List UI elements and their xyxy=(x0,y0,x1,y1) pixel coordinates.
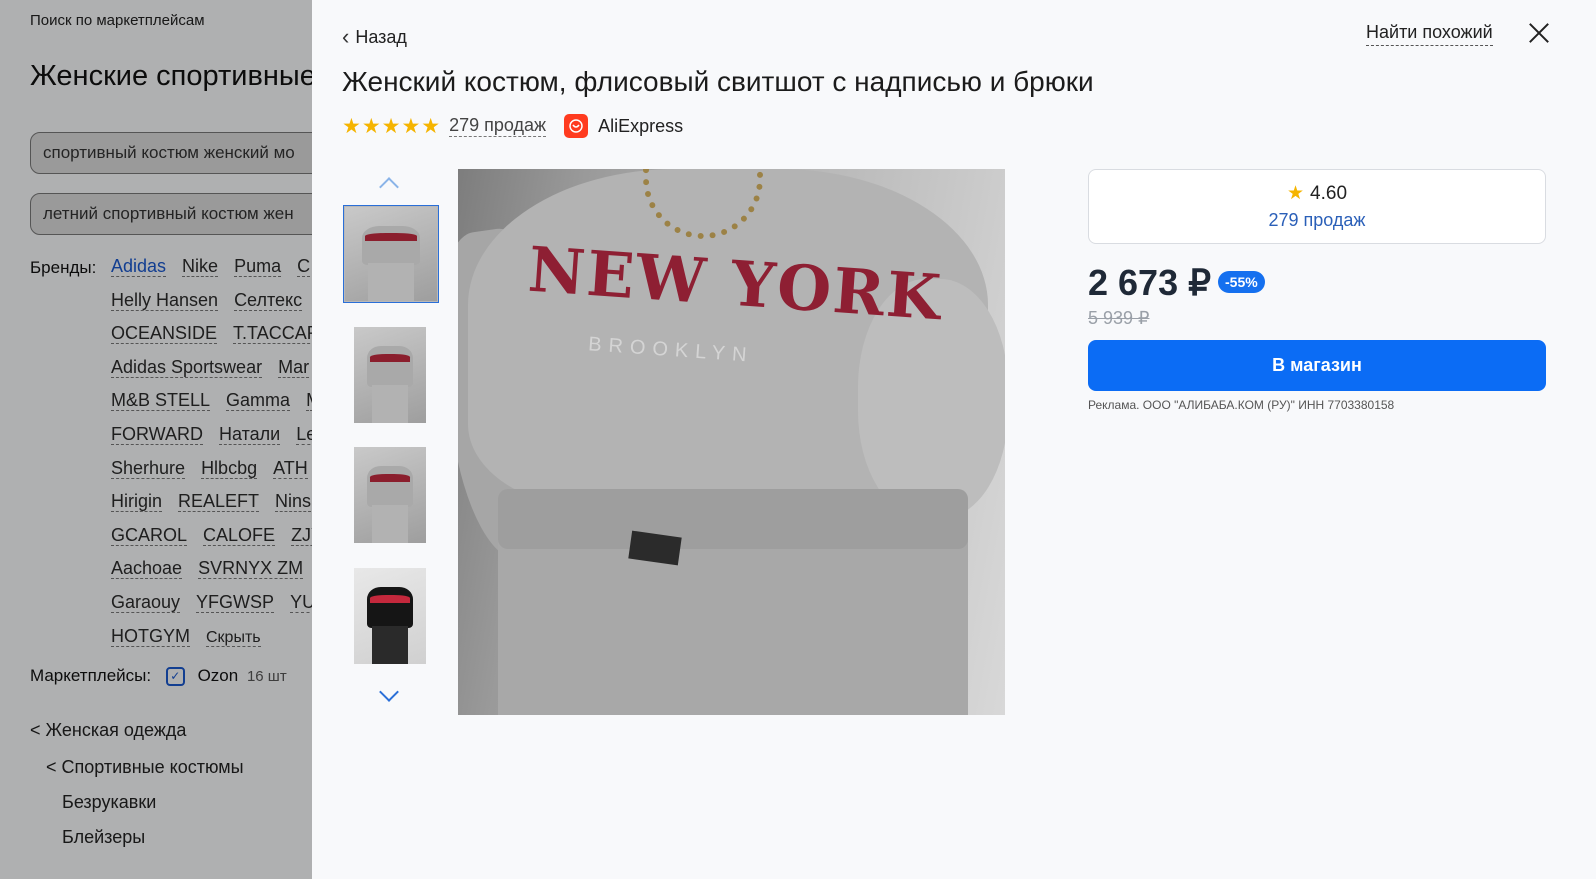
thumbnail-3[interactable] xyxy=(354,447,426,543)
rating-stars: ★★★★★ xyxy=(342,114,442,138)
rating-sales[interactable]: 279 продаж xyxy=(1089,210,1545,231)
current-price: 2 673 ₽ xyxy=(1088,262,1211,303)
thumbnail-1[interactable] xyxy=(343,205,439,303)
product-title: Женский костюм, флисовый свитшот с надпи… xyxy=(342,66,1094,97)
chevron-up-icon[interactable] xyxy=(379,177,399,197)
close-icon[interactable] xyxy=(1524,18,1554,48)
store-logo-mark xyxy=(569,119,583,133)
ad-disclaimer: Реклама. ООО "АЛИБАБА.КОМ (РУ)" ИНН 7703… xyxy=(1088,398,1395,412)
find-similar-button[interactable]: Найти похожий xyxy=(1366,22,1493,46)
discount-badge: -55% xyxy=(1218,271,1265,293)
thumbnail-4[interactable] xyxy=(354,568,426,664)
product-modal: ‹ Назад Найти похожий Женский костюм, фли… xyxy=(312,0,1596,879)
back-button[interactable]: ‹ Назад xyxy=(342,24,407,50)
star-icon: ★ xyxy=(1286,183,1305,204)
chevron-left-icon: ‹ xyxy=(342,24,350,49)
thumbnail-2[interactable] xyxy=(354,327,426,423)
sales-link[interactable]: 279 продаж xyxy=(449,115,547,137)
back-label: Назад xyxy=(355,27,407,47)
chevron-down-icon[interactable] xyxy=(379,682,399,702)
go-to-store-button[interactable]: В магазин xyxy=(1088,340,1546,391)
product-image[interactable]: NEW YORK BROOKLYN xyxy=(458,169,1005,715)
store-name[interactable]: AliExpress xyxy=(598,116,683,137)
aliexpress-logo-icon xyxy=(564,114,589,138)
rating-value: 4.60 xyxy=(1310,183,1348,204)
product-meta: ★★★★★ 279 продаж AliExpress xyxy=(342,113,683,139)
rating-card: ★ 4.60 279 продаж xyxy=(1088,169,1546,244)
old-price: 5 939 ₽ xyxy=(1088,308,1150,328)
